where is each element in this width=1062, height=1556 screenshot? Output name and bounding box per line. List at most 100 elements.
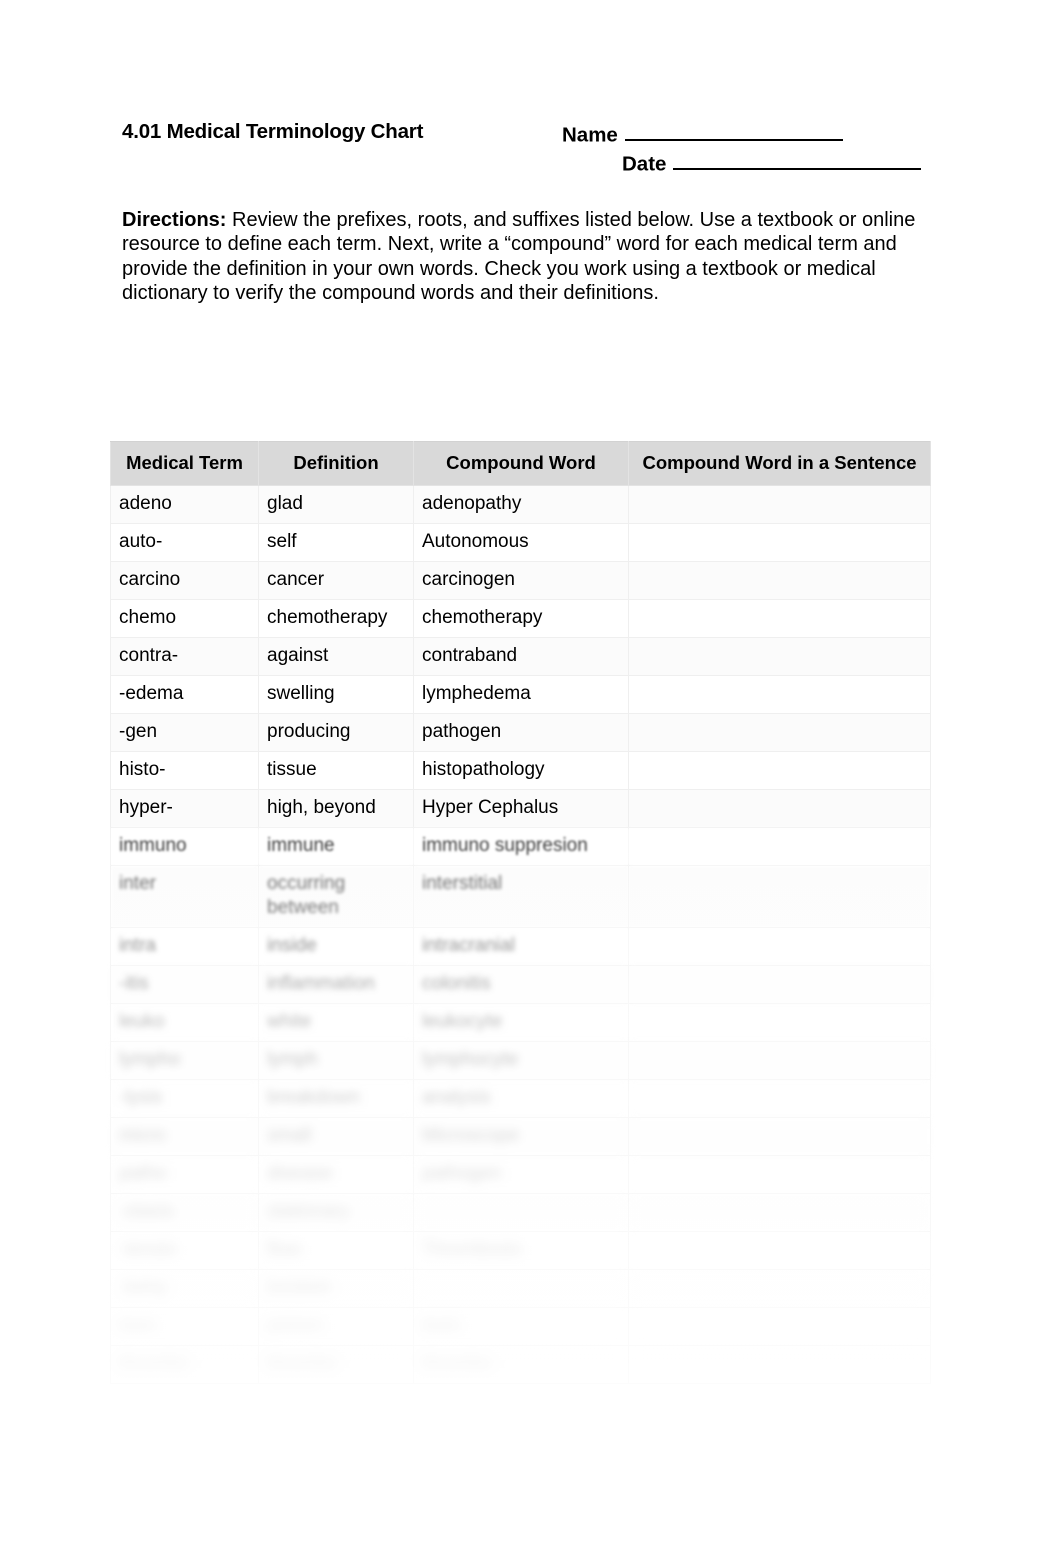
- cell-compound-word[interactable]: Thrombosis: [413, 1231, 629, 1270]
- cell-medical-term[interactable]: -itis: [110, 965, 259, 1004]
- cell-definition[interactable]: thrombo: [258, 1345, 414, 1384]
- cell-definition[interactable]: against: [258, 637, 414, 676]
- cell-medical-term[interactable]: -stasis: [110, 1193, 259, 1232]
- cell-medical-term[interactable]: histo-: [110, 751, 259, 790]
- cell-compound-word-in-sentence[interactable]: [628, 865, 931, 928]
- cell-definition[interactable]: incision: [258, 1269, 414, 1308]
- cell-definition[interactable]: inflammation: [258, 965, 414, 1004]
- cell-medical-term[interactable]: patho: [110, 1155, 259, 1194]
- cell-definition[interactable]: inside: [258, 927, 414, 966]
- cell-definition[interactable]: stationary: [258, 1193, 414, 1232]
- cell-compound-word-in-sentence[interactable]: [628, 599, 931, 638]
- cell-compound-word[interactable]: Microscope: [413, 1117, 629, 1156]
- cell-compound-word-in-sentence[interactable]: [628, 1041, 931, 1080]
- cell-medical-term[interactable]: -tensio: [110, 1231, 259, 1270]
- cell-definition[interactable]: glad: [258, 485, 414, 524]
- cell-compound-word[interactable]: carcinogen: [413, 561, 629, 600]
- cell-compound-word-in-sentence[interactable]: [628, 1003, 931, 1042]
- cell-definition[interactable]: lymph: [258, 1041, 414, 1080]
- cell-medical-term[interactable]: immuno: [110, 827, 259, 866]
- cell-medical-term[interactable]: micro: [110, 1117, 259, 1156]
- cell-medical-term[interactable]: -edema: [110, 675, 259, 714]
- cell-compound-word[interactable]: Autonomous: [413, 523, 629, 562]
- cell-definition[interactable]: producing: [258, 713, 414, 752]
- page-title: 4.01 Medical Terminology Chart: [122, 120, 424, 143]
- cell-compound-word[interactable]: Hyper Cephalus: [413, 789, 629, 828]
- cell-medical-term[interactable]: chemo: [110, 599, 259, 638]
- cell-medical-term[interactable]: -tomy: [110, 1269, 259, 1308]
- cell-definition[interactable]: swelling: [258, 675, 414, 714]
- cell-compound-word[interactable]: [413, 1193, 629, 1232]
- cell-compound-word-in-sentence[interactable]: [628, 965, 931, 1004]
- cell-medical-term[interactable]: -lysis: [110, 1079, 259, 1118]
- cell-compound-word[interactable]: histopathology: [413, 751, 629, 790]
- cell-compound-word[interactable]: leukocyte: [413, 1003, 629, 1042]
- cell-compound-word-in-sentence[interactable]: [628, 827, 931, 866]
- cell-compound-word[interactable]: adenopathy: [413, 485, 629, 524]
- cell-compound-word[interactable]: chemotherapy: [413, 599, 629, 638]
- cell-medical-term[interactable]: adeno: [110, 485, 259, 524]
- cell-compound-word[interactable]: thrombo: [413, 1345, 629, 1384]
- cell-compound-word-in-sentence[interactable]: [628, 1193, 931, 1232]
- cell-compound-word[interactable]: lymphocyte: [413, 1041, 629, 1080]
- cell-definition[interactable]: cancer: [258, 561, 414, 600]
- cell-definition[interactable]: high, beyond: [258, 789, 414, 828]
- cell-compound-word-in-sentence[interactable]: [628, 751, 931, 790]
- cell-compound-word-in-sentence[interactable]: [628, 1345, 931, 1384]
- cell-definition[interactable]: breakdown: [258, 1079, 414, 1118]
- cell-compound-word[interactable]: lymphedema: [413, 675, 629, 714]
- cell-definition[interactable]: disease: [258, 1155, 414, 1194]
- cell-medical-term[interactable]: -gen: [110, 713, 259, 752]
- cell-compound-word[interactable]: immuno suppresion: [413, 827, 629, 866]
- cell-medical-term[interactable]: lympho: [110, 1041, 259, 1080]
- cell-medical-term[interactable]: thrombo: [110, 1345, 259, 1384]
- cell-compound-word[interactable]: pathogen: [413, 713, 629, 752]
- table-row: -tomy incision: [110, 1269, 931, 1308]
- column-header-medical-term: Medical Term: [110, 441, 259, 486]
- cell-compound-word[interactable]: pathogen: [413, 1155, 629, 1194]
- cell-medical-term[interactable]: auto-: [110, 523, 259, 562]
- cell-compound-word-in-sentence[interactable]: [628, 1231, 931, 1270]
- cell-definition[interactable]: occurring between: [258, 865, 414, 928]
- cell-compound-word[interactable]: [413, 1269, 629, 1308]
- cell-compound-word[interactable]: toxic: [413, 1307, 629, 1346]
- cell-definition[interactable]: flow: [258, 1231, 414, 1270]
- cell-compound-word-in-sentence[interactable]: [628, 1269, 931, 1308]
- table-header-row: Medical Term Definition Compound Word Co…: [110, 441, 931, 486]
- cell-definition[interactable]: poison: [258, 1307, 414, 1346]
- cell-compound-word-in-sentence[interactable]: [628, 1079, 931, 1118]
- cell-medical-term[interactable]: leuko: [110, 1003, 259, 1042]
- cell-compound-word-in-sentence[interactable]: [628, 713, 931, 752]
- cell-compound-word-in-sentence[interactable]: [628, 1307, 931, 1346]
- cell-compound-word-in-sentence[interactable]: [628, 561, 931, 600]
- cell-compound-word-in-sentence[interactable]: [628, 675, 931, 714]
- cell-medical-term[interactable]: contra-: [110, 637, 259, 676]
- cell-compound-word[interactable]: analysis: [413, 1079, 629, 1118]
- medical-terminology-table: Medical Term Definition Compound Word Co…: [110, 441, 931, 1384]
- cell-medical-term[interactable]: carcino: [110, 561, 259, 600]
- cell-compound-word-in-sentence[interactable]: [628, 485, 931, 524]
- table-row: hyper-high, beyond Hyper Cephalus: [110, 789, 931, 828]
- cell-definition[interactable]: tissue: [258, 751, 414, 790]
- cell-medical-term[interactable]: inter: [110, 865, 259, 928]
- cell-compound-word-in-sentence[interactable]: [628, 927, 931, 966]
- name-blank-line[interactable]: [624, 120, 843, 142]
- cell-medical-term[interactable]: intra: [110, 927, 259, 966]
- cell-medical-term[interactable]: toxo: [110, 1307, 259, 1346]
- cell-compound-word-in-sentence[interactable]: [628, 523, 931, 562]
- cell-definition[interactable]: immune: [258, 827, 414, 866]
- cell-definition[interactable]: white: [258, 1003, 414, 1042]
- cell-definition[interactable]: chemotherapy: [258, 599, 414, 638]
- cell-compound-word-in-sentence[interactable]: [628, 637, 931, 676]
- cell-compound-word-in-sentence[interactable]: [628, 1117, 931, 1156]
- cell-definition[interactable]: self: [258, 523, 414, 562]
- cell-compound-word-in-sentence[interactable]: [628, 789, 931, 828]
- cell-definition[interactable]: small: [258, 1117, 414, 1156]
- cell-compound-word[interactable]: contraband: [413, 637, 629, 676]
- cell-compound-word[interactable]: intracranial: [413, 927, 629, 966]
- date-blank-line[interactable]: [673, 149, 922, 171]
- cell-compound-word[interactable]: colonitis: [413, 965, 629, 1004]
- cell-compound-word-in-sentence[interactable]: [628, 1155, 931, 1194]
- cell-medical-term[interactable]: hyper-: [110, 789, 259, 828]
- cell-compound-word[interactable]: interstitial: [413, 865, 629, 928]
